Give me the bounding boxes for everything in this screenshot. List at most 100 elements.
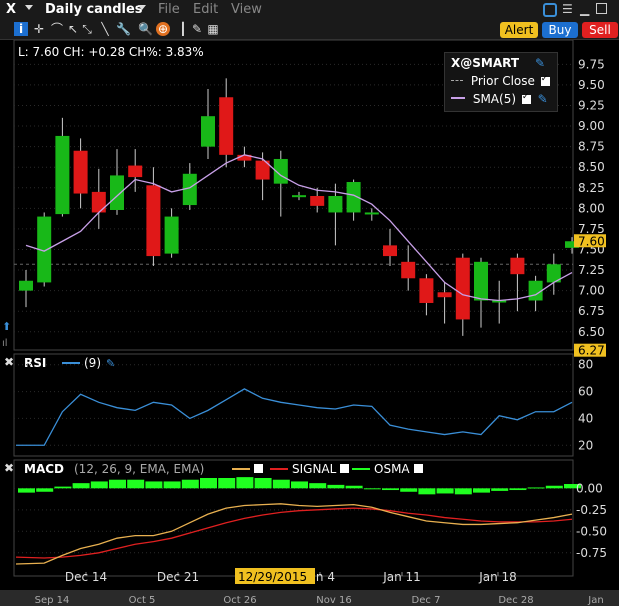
pointer-icon[interactable]: ↖ xyxy=(66,22,80,36)
buy-button[interactable]: Buy xyxy=(542,22,578,38)
last-price-text: 7.60 xyxy=(578,234,605,248)
overview-tick-label: Dec 28 xyxy=(498,595,533,606)
osma-bar xyxy=(90,481,108,489)
symbol-dropdown-icon[interactable] xyxy=(25,5,33,10)
price-tick-label: 8.25 xyxy=(578,181,605,195)
candle-body xyxy=(201,116,215,147)
candle-body xyxy=(364,212,379,215)
legend-settings-icon[interactable]: ✎ xyxy=(535,56,545,70)
signal-checkbox[interactable] xyxy=(340,464,349,473)
symbol-label[interactable]: X xyxy=(6,2,16,17)
candle-body xyxy=(328,196,343,213)
chart-title: Daily candles xyxy=(45,2,143,17)
cursor-date-text: 12/29/2015 xyxy=(238,570,307,584)
alert-button[interactable]: Alert xyxy=(500,22,538,38)
macd-close-icon[interactable]: ✖ xyxy=(4,461,14,475)
pencil-icon[interactable]: ✎ xyxy=(190,22,204,36)
candle-body xyxy=(73,150,88,194)
rsi-settings-icon[interactable]: ✎ xyxy=(106,357,115,370)
macd-tick-label: 0.00 xyxy=(576,481,603,495)
sma-checkbox[interactable] xyxy=(521,92,531,104)
osma-bar xyxy=(309,483,327,489)
chart-area[interactable]: 9.759.509.259.008.758.508.258.007.757.50… xyxy=(0,40,619,606)
candle-body xyxy=(383,245,397,257)
candle-body xyxy=(146,185,161,257)
sma-settings-icon[interactable]: ✎ xyxy=(538,92,548,106)
macd-label: MACD xyxy=(24,462,64,476)
prior-close-swatch xyxy=(451,80,463,81)
osma-checkbox[interactable] xyxy=(414,464,423,473)
rsi-tick-label: 40 xyxy=(578,411,593,425)
candle-body xyxy=(55,135,70,215)
osma-bar xyxy=(72,483,90,489)
candle-body xyxy=(110,175,124,210)
osma-bar xyxy=(36,488,54,492)
magnifier-icon[interactable]: 🔍 xyxy=(138,22,153,36)
candle-body xyxy=(419,278,434,303)
osma-bar xyxy=(18,488,35,493)
menu-file[interactable]: File xyxy=(158,2,180,17)
overview-tick-label: Oct 26 xyxy=(223,595,256,606)
osma-bar xyxy=(127,479,145,489)
rsi-label: RSI xyxy=(24,356,46,370)
legend-title: X@SMART xyxy=(451,56,520,70)
candle-body xyxy=(528,280,543,301)
line-icon[interactable]: ╲ xyxy=(98,22,112,36)
layout-dropdown-icon[interactable] xyxy=(138,5,146,10)
target-icon[interactable]: ⊕ xyxy=(156,22,170,36)
menu-edit[interactable]: Edit xyxy=(193,2,218,17)
osma-bar xyxy=(418,488,436,495)
candle-body xyxy=(91,191,106,213)
osma-bar xyxy=(382,488,399,491)
minimize-icon[interactable]: ▁ xyxy=(580,2,589,16)
osma-bar xyxy=(218,478,236,489)
osma-bar xyxy=(327,484,345,489)
price-tick-label: 6.75 xyxy=(578,304,605,318)
macd-checkbox[interactable] xyxy=(254,464,263,473)
osma-bar xyxy=(181,479,199,489)
candle-body xyxy=(128,165,143,178)
overview-tick-label: Dec 7 xyxy=(412,595,441,606)
cursor-icon[interactable]: ⌒ xyxy=(50,22,64,36)
candle-body xyxy=(401,261,416,279)
macd-tick-label: -0.75 xyxy=(576,546,607,560)
osma-bar xyxy=(345,485,363,489)
scroll-marker-icon[interactable]: ⬆ xyxy=(2,320,11,333)
price-tick-label: 8.75 xyxy=(578,140,605,154)
price-tick-label: 9.50 xyxy=(578,78,605,92)
time-tick-label: Dec 21 xyxy=(157,570,199,584)
sell-button[interactable]: Sell xyxy=(582,22,618,38)
ruler-icon[interactable]: ┃ xyxy=(176,22,190,36)
osma-bar xyxy=(236,477,254,489)
time-tick-label: Jan 11 xyxy=(382,570,421,584)
macd-panel xyxy=(13,459,574,577)
rsi-close-icon[interactable]: ✖ xyxy=(4,355,14,369)
price-tick-label: 7.00 xyxy=(578,284,605,298)
prior-close-label: Prior Close xyxy=(470,74,535,88)
osma-label: OSMA xyxy=(374,462,410,476)
prior-close-checkbox[interactable] xyxy=(540,74,550,86)
candle-body xyxy=(474,261,488,301)
menu-view[interactable]: View xyxy=(231,2,262,17)
osma-bar xyxy=(200,478,217,489)
candle-body xyxy=(219,97,234,155)
info-icon[interactable]: i xyxy=(14,22,28,36)
legend-sma: SMA(5) ✎ xyxy=(451,92,548,106)
wrench-icon[interactable]: 🔧 xyxy=(116,22,131,36)
palette-icon[interactable]: ▦ xyxy=(206,22,220,36)
window-menu-icon[interactable]: ☰ xyxy=(562,2,573,16)
link-icon[interactable] xyxy=(543,3,557,17)
overview-tick-label: Sep 14 xyxy=(35,595,70,606)
overview-tick-label: Nov 16 xyxy=(316,595,351,606)
signal-label: SIGNAL xyxy=(292,462,337,476)
osma-bar xyxy=(363,488,381,490)
draw-icon[interactable]: ⤡ xyxy=(80,22,94,36)
time-tick-label: Dec 14 xyxy=(65,570,107,584)
osma-bar xyxy=(545,485,563,489)
rsi-tick-label: 20 xyxy=(578,438,593,452)
osma-bar xyxy=(454,488,472,495)
time-tick-label: Jan 18 xyxy=(478,570,517,584)
crosshair-icon[interactable]: ✛ xyxy=(32,22,46,36)
restore-icon[interactable] xyxy=(596,3,607,14)
status-line: L: 7.60 CH: +0.28 CH%: 3.83% xyxy=(18,45,204,59)
